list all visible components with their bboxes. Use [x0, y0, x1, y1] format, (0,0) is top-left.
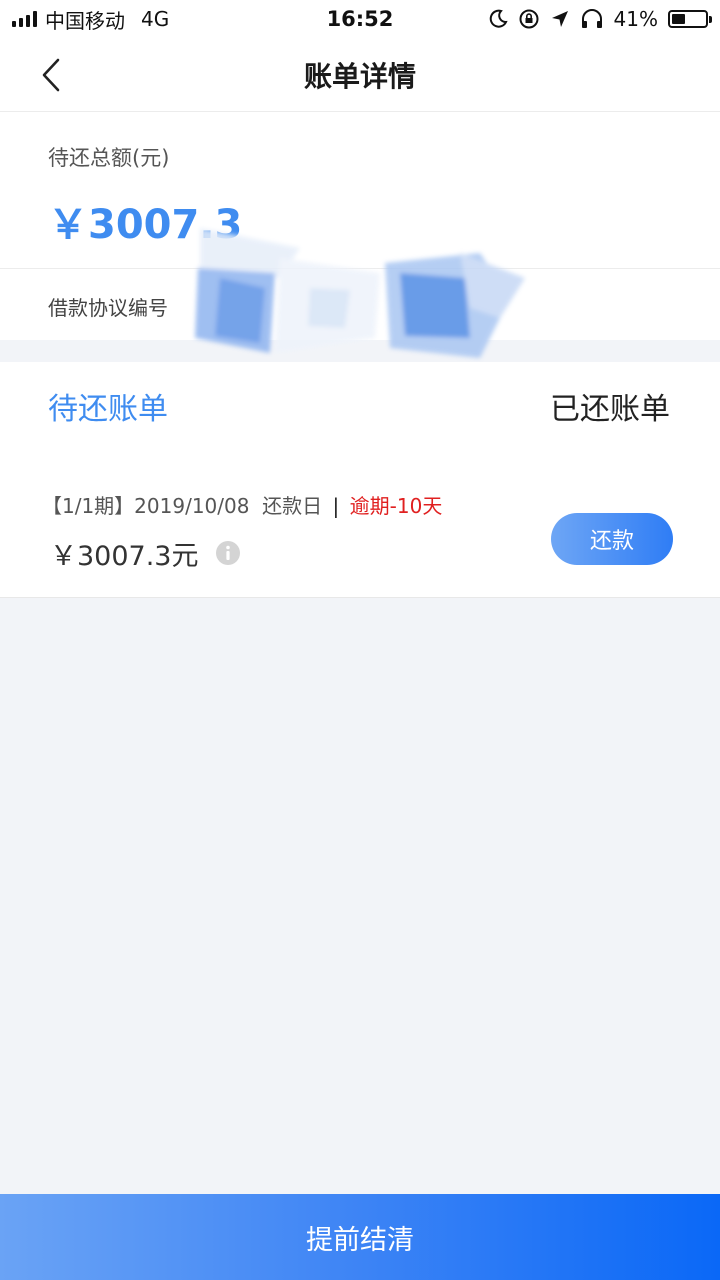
battery-icon — [668, 10, 712, 28]
location-arrow-icon — [551, 11, 568, 27]
redaction-scribble — [195, 228, 525, 358]
nav-bar: 账单详情 — [0, 38, 720, 112]
chevron-left-icon — [42, 58, 60, 92]
bill-detail-page: 中国移动 4G 16:52 41% 账单详情 待还总额(元) ￥3007.3 借… — [0, 0, 720, 1280]
status-bar: 中国移动 4G 16:52 41% — [0, 0, 720, 38]
tab-pending-bills[interactable]: 待还账单 — [48, 384, 168, 428]
carrier-name: 中国移动 — [45, 8, 125, 33]
status-right: 41% — [448, 7, 712, 31]
battery-percent: 41% — [613, 7, 658, 31]
bill-period-line: 【1/1期】2019/10/08 还款日 | 逾期-10天 — [42, 490, 442, 519]
repay-button[interactable]: 还款 — [551, 513, 673, 565]
separator: | — [332, 494, 340, 518]
headphones-icon — [581, 9, 602, 28]
back-button[interactable] — [28, 52, 74, 98]
bill-card: 待还账单 已还账单 【1/1期】2019/10/08 还款日 | 逾期-10天 … — [0, 362, 720, 598]
status-left: 中国移动 4G — [12, 5, 272, 34]
status-time: 16:52 — [326, 7, 394, 31]
overdue-badge: 逾期-10天 — [349, 494, 443, 518]
network-type: 4G — [141, 7, 170, 31]
tab-paid-bills[interactable]: 已还账单 — [550, 384, 670, 428]
rotation-lock-icon — [519, 9, 539, 29]
signal-icon — [12, 11, 37, 27]
bill-amount: ￥3007.3元 — [50, 541, 199, 572]
page-title: 账单详情 — [303, 59, 416, 93]
contract-number-label: 借款协议编号 — [48, 296, 168, 320]
moon-icon — [489, 9, 508, 28]
early-settle-button[interactable]: 提前结清 — [0, 1194, 720, 1280]
battery-fill — [672, 14, 686, 24]
bill-period: 【1/1期】2019/10/08 还款日 — [42, 494, 323, 518]
total-label: 待还总额(元) — [48, 146, 170, 170]
info-icon[interactable] — [216, 541, 240, 565]
